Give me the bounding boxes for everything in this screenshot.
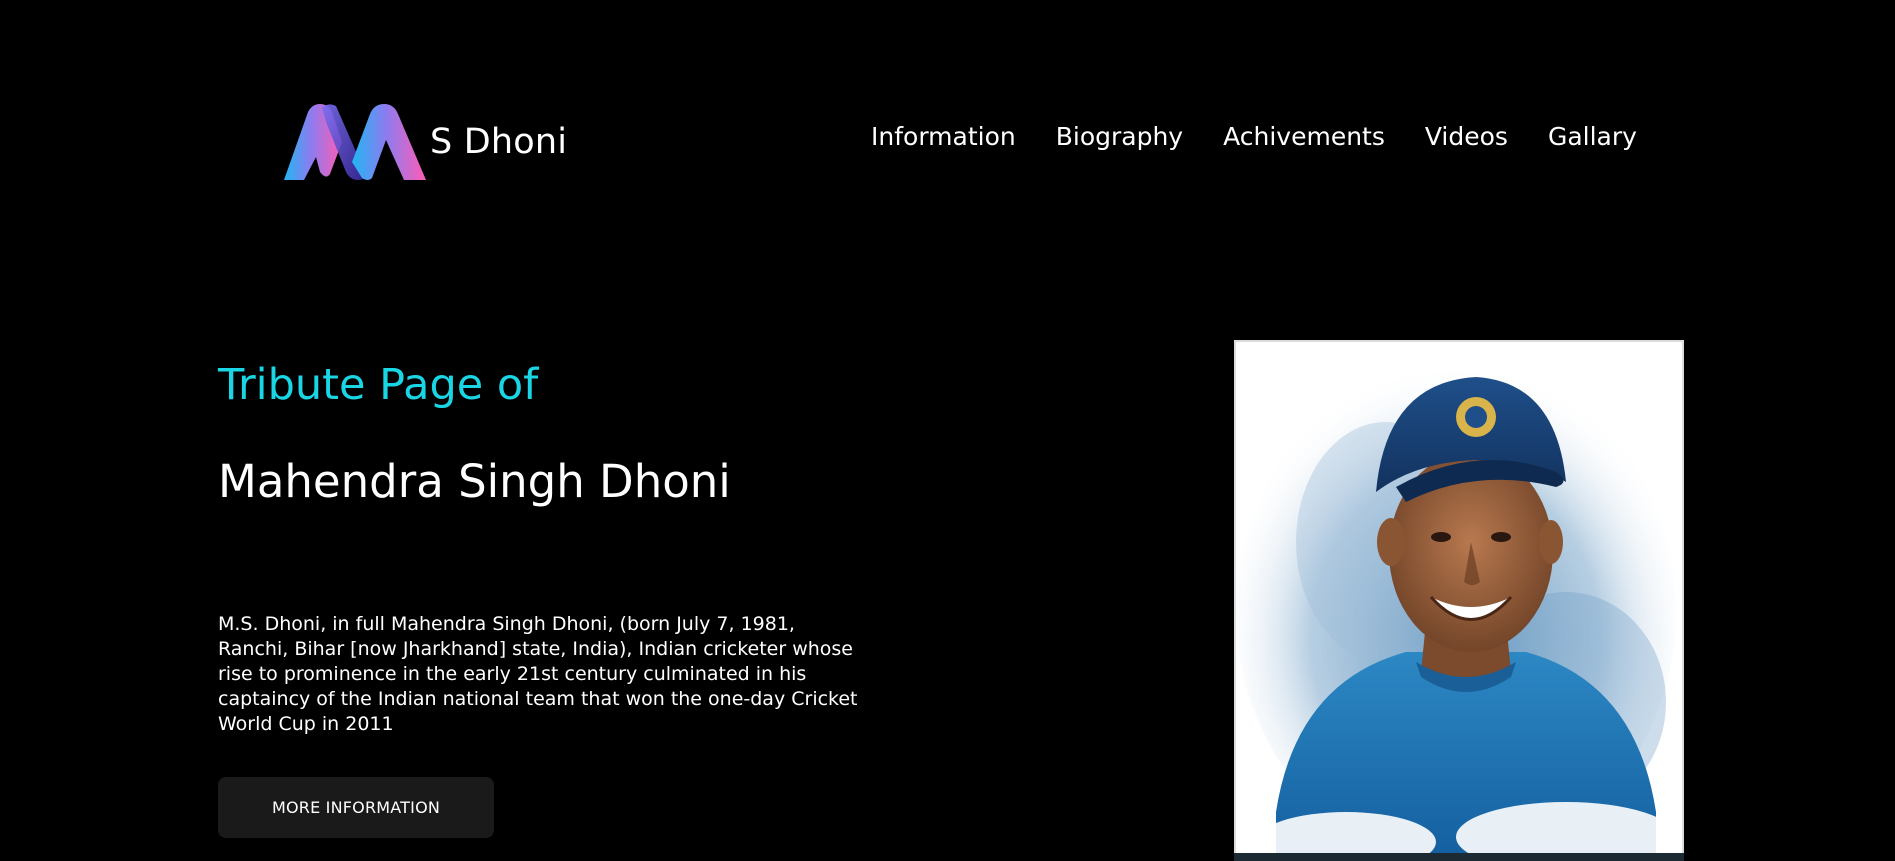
site-logo[interactable]: S Dhoni xyxy=(282,102,567,182)
more-information-button[interactable]: MORE INFORMATION xyxy=(218,777,494,838)
main-nav: Information Biography Achivements Videos… xyxy=(871,122,1637,151)
nav-item-videos[interactable]: Videos xyxy=(1425,122,1508,151)
logo-text: S Dhoni xyxy=(430,122,568,162)
hero-description: M.S. Dhoni, in full Mahendra Singh Dhoni… xyxy=(218,613,858,735)
hero-name: Mahendra Singh Dhoni xyxy=(218,455,731,508)
nav-item-gallary[interactable]: Gallary xyxy=(1548,122,1637,151)
dhoni-portrait-frame xyxy=(1234,340,1684,855)
nav-item-information[interactable]: Information xyxy=(871,122,1016,151)
m-logo-icon xyxy=(284,104,426,180)
nav-item-biography[interactable]: Biography xyxy=(1056,122,1183,151)
dhoni-portrait-image xyxy=(1236,342,1682,853)
tribute-title: Tribute Page of xyxy=(218,360,539,410)
page: S Dhoni Information Biography Achivement… xyxy=(0,0,1895,861)
portrait-frame-bottom-edge xyxy=(1234,853,1684,861)
nav-item-achivements[interactable]: Achivements xyxy=(1223,122,1385,151)
